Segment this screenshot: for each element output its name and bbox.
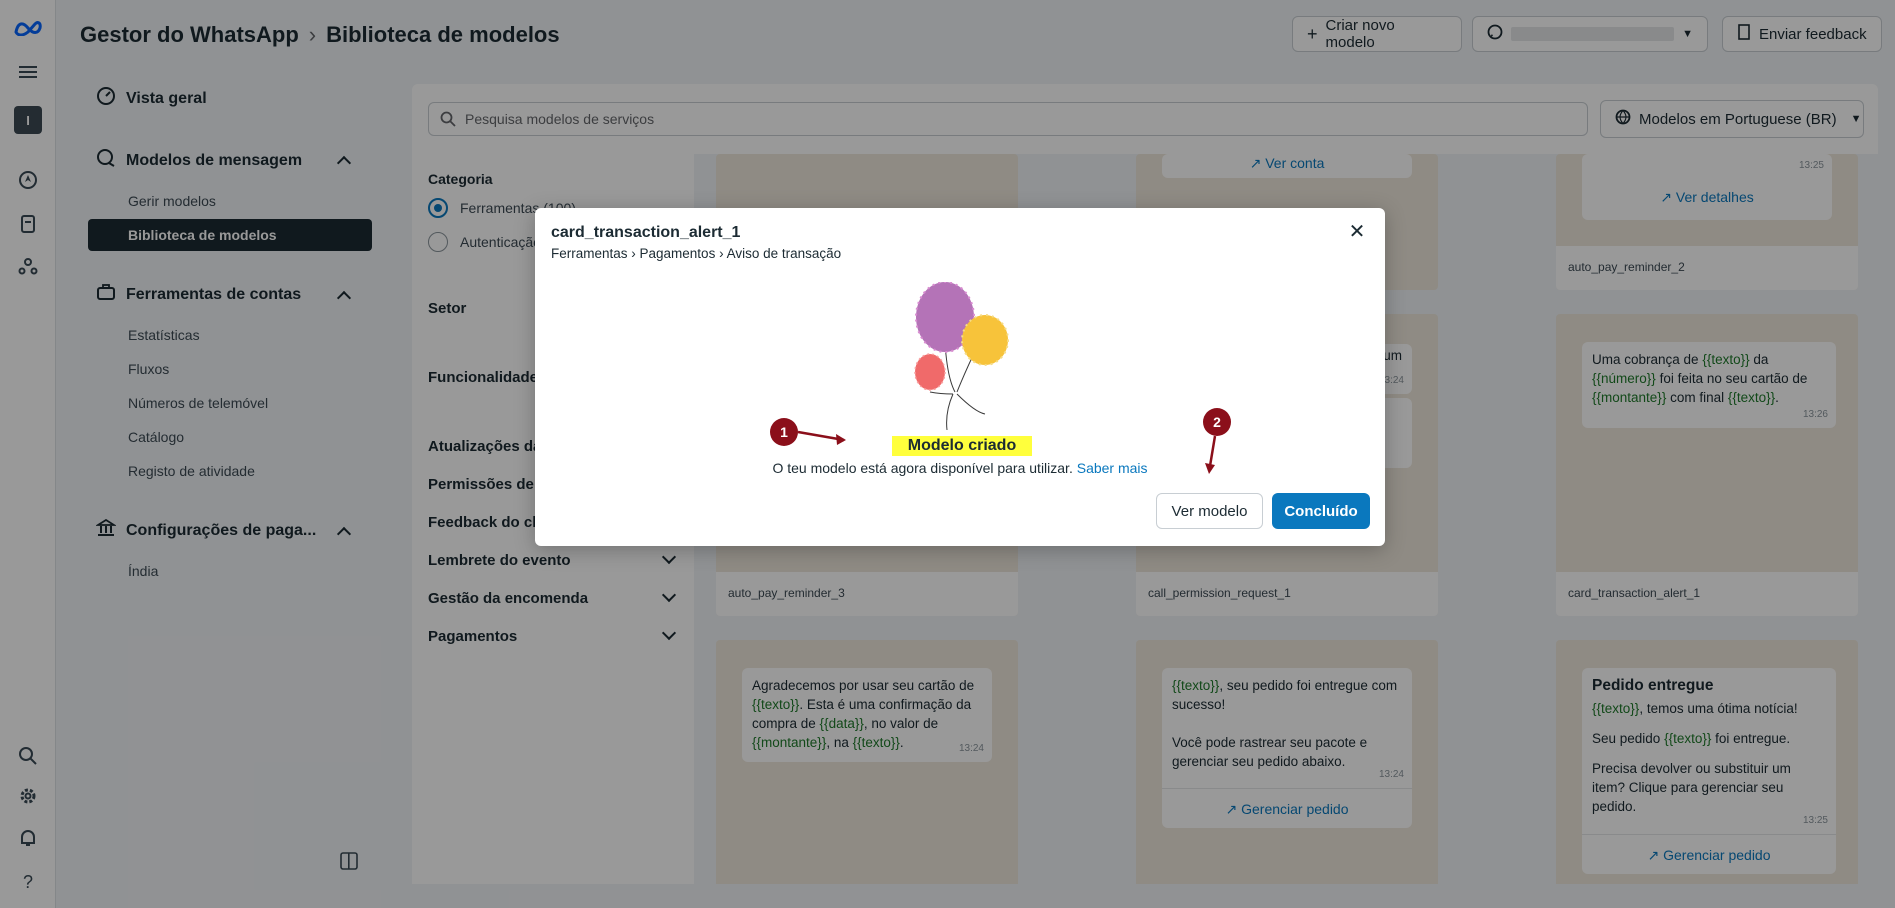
annotation-marker-1: 1 [770, 418, 798, 446]
dialog-path: Ferramentas › Pagamentos › Aviso de tran… [551, 246, 842, 261]
learn-more-link[interactable]: Saber mais [1077, 460, 1148, 476]
annotation-arrow-icon [797, 430, 846, 445]
done-button[interactable]: Concluído [1272, 493, 1370, 529]
dialog-title: card_transaction_alert_1 [551, 224, 741, 241]
dialog-message: O teu modelo está agora disponível para … [772, 460, 1148, 476]
dialog-heading: Modelo criado [892, 436, 1032, 456]
annotation-marker-2: 2 [1203, 408, 1231, 436]
close-icon[interactable]: ✕ [1347, 222, 1367, 242]
balloons-illustration [914, 282, 1009, 431]
view-template-button[interactable]: Ver modelo [1156, 493, 1263, 529]
template-created-dialog: card_transaction_alert_1 Ferramentas › P… [535, 208, 1385, 546]
annotation-arrow-icon [1205, 435, 1217, 474]
